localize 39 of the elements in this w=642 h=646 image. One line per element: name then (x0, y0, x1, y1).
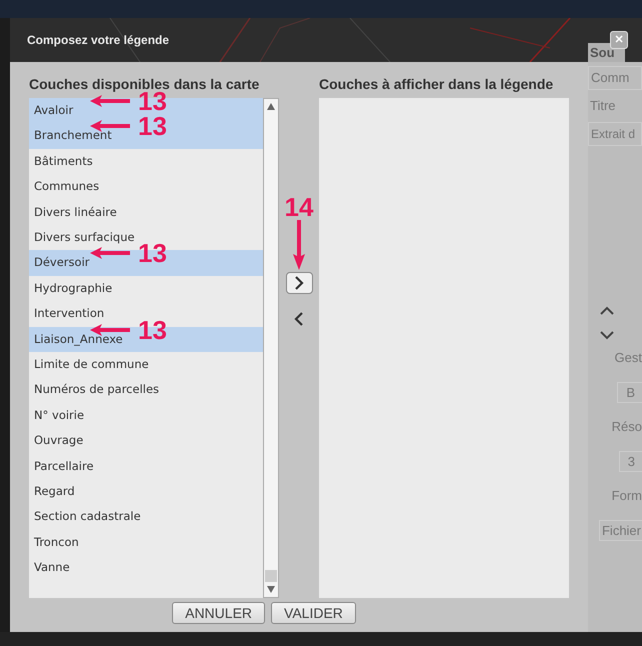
chevron-right-icon (294, 276, 304, 290)
dialog-button[interactable]: ANNULER (172, 602, 266, 624)
annotation-arrow (88, 246, 132, 260)
dialog-title: Composez votre légende (27, 32, 170, 49)
panel-field: 3 (618, 450, 642, 472)
scroll-up-icon[interactable] (267, 103, 275, 110)
layer-item[interactable]: N° voirie (29, 402, 263, 428)
panel-label: Form (612, 487, 642, 505)
layer-item[interactable]: Regard (29, 478, 263, 504)
panel-label: Gest (614, 349, 642, 367)
chevron-up-icon[interactable] (600, 306, 614, 316)
layer-item[interactable]: Troncon (29, 530, 263, 556)
add-button[interactable] (286, 272, 312, 294)
scroll-thumb[interactable] (265, 570, 277, 582)
layer-item[interactable]: Limite de commune (29, 352, 263, 378)
dialog-button[interactable]: VALIDER (271, 602, 356, 624)
panel-field: Fichier (598, 520, 642, 541)
chevron-down-icon[interactable] (600, 330, 614, 340)
shown-heading: Couches à afficher dans la légende (319, 75, 554, 94)
panel-field: B (617, 382, 642, 403)
panel-label: Réso (612, 418, 642, 436)
layer-item[interactable]: Numéros de parcelles (29, 377, 263, 403)
panel-field: Comm (588, 66, 642, 90)
layer-item[interactable]: Vanne (29, 555, 263, 580)
layer-item[interactable]: Parcellaire (29, 453, 263, 479)
layer-item[interactable]: Bâtiments (29, 148, 263, 174)
layer-item[interactable]: Divers linéaire (29, 200, 263, 225)
panel-label: Titre (589, 97, 617, 116)
scroll-down-icon[interactable] (267, 586, 275, 593)
annotation-arrow (292, 220, 306, 270)
annotation-arrow (88, 94, 132, 108)
layer-item[interactable]: Section cadastrale (29, 504, 263, 530)
annotation-number: 14 (284, 194, 314, 220)
layer-item[interactable]: Hydrographie (29, 276, 263, 302)
chevron-left-icon (294, 312, 304, 326)
layer-item[interactable]: Ouvrage (29, 428, 263, 454)
scrollbar[interactable] (263, 98, 279, 598)
panel-field: Extrait d (588, 122, 642, 146)
layer-item[interactable]: Communes (29, 174, 263, 200)
